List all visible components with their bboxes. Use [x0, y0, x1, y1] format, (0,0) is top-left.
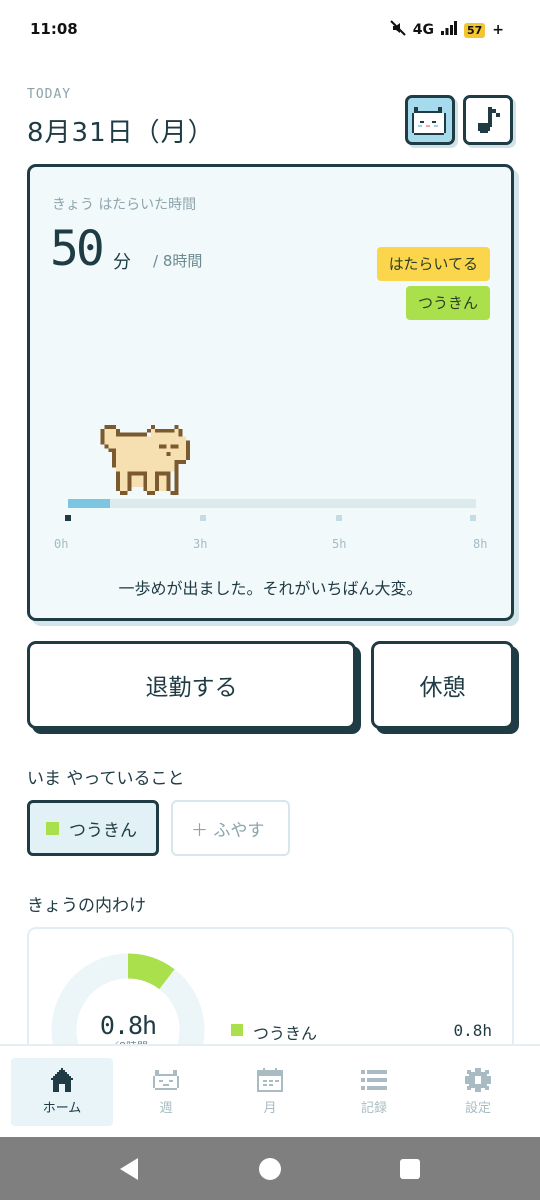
- gear-icon: [465, 1068, 491, 1092]
- nav-home-label: ホーム: [42, 1101, 82, 1116]
- worked-minutes: 50: [50, 221, 105, 277]
- charging-plus-icon: +: [492, 22, 504, 38]
- tick-label: 5h: [332, 537, 347, 551]
- nav-records[interactable]: 記録: [323, 1058, 425, 1126]
- cat-character-button[interactable]: [405, 95, 455, 145]
- nav-month-label: 月: [263, 1101, 277, 1116]
- clock-out-button[interactable]: 退勤する: [27, 641, 356, 729]
- home-circle-icon[interactable]: [259, 1158, 281, 1180]
- work-summary-card: きょう はたらいた時間 50 分 / 8時間 はたらいてる つうきん 0h 3h…: [27, 164, 514, 621]
- worked-time-label: きょう はたらいた時間: [52, 197, 197, 213]
- activity-color-square: [46, 821, 59, 835]
- status-bar: 11:08 4G 57 +: [0, 0, 540, 60]
- activity-chip-commute[interactable]: つうきん: [27, 800, 159, 856]
- breakdown-total: 0.8h: [99, 1011, 157, 1040]
- back-icon[interactable]: [120, 1158, 138, 1180]
- legend-item-value: 0.8h: [453, 1021, 492, 1040]
- tick-label: 8h: [473, 537, 488, 551]
- status-tag-working: はたらいてる: [376, 247, 490, 281]
- tick-label: 0h: [54, 537, 69, 551]
- minutes-unit: 分: [113, 252, 131, 273]
- home-icon: [51, 1068, 73, 1092]
- signal-icon: [440, 21, 457, 39]
- add-activity-button[interactable]: ＋ ふやす: [171, 800, 290, 856]
- mute-icon: [390, 20, 406, 40]
- nav-settings[interactable]: 設定: [427, 1058, 529, 1126]
- encouragement-message: 一歩めが出ました。それがいちばん大変。: [118, 579, 423, 598]
- status-tag-commute: つうきん: [405, 286, 490, 320]
- battery-badge: 57: [463, 22, 486, 38]
- break-button[interactable]: 休憩: [371, 641, 514, 729]
- music-button[interactable]: [463, 95, 513, 145]
- today-label: TODAY: [27, 87, 72, 102]
- progress-tick: [470, 515, 476, 521]
- progress-fill: [68, 499, 111, 508]
- list-icon: [361, 1070, 387, 1090]
- legend-item-name: つうきん: [253, 1024, 318, 1043]
- nav-month[interactable]: 月: [219, 1058, 321, 1126]
- bottom-navigation: ホーム 週 月 記録 設定: [0, 1044, 540, 1137]
- walking-cat-sprite: [100, 424, 191, 495]
- current-activities-title: いま やっていること: [27, 769, 185, 789]
- nav-week[interactable]: 週: [115, 1058, 217, 1126]
- legend-color-square: [231, 1024, 243, 1036]
- music-note-icon: [478, 107, 500, 133]
- nav-settings-label: 設定: [464, 1101, 491, 1116]
- calendar-icon: [257, 1068, 283, 1092]
- system-navigation-bar: [0, 1137, 540, 1200]
- progress-tick-now: [65, 515, 71, 521]
- status-time: 11:08: [30, 20, 78, 38]
- progress-tick: [336, 515, 342, 521]
- cat-face-nav-icon: [153, 1070, 179, 1090]
- activity-chip-label: つうきん: [69, 820, 137, 841]
- progress-tick: [200, 515, 206, 521]
- network-label: 4G: [412, 22, 434, 38]
- breakdown-title: きょうの内わけ: [27, 896, 146, 916]
- nav-week-label: 週: [159, 1101, 173, 1116]
- tick-label: 3h: [193, 537, 208, 551]
- goal-hours: / 8時間: [153, 252, 203, 270]
- status-icons: 4G 57 +: [390, 20, 504, 40]
- page-title: 8月31日（月）: [27, 118, 215, 148]
- nav-home[interactable]: ホーム: [11, 1058, 113, 1126]
- nav-records-label: 記録: [360, 1101, 387, 1116]
- progress-track: [68, 499, 476, 508]
- recent-apps-icon[interactable]: [400, 1159, 420, 1179]
- cat-face-icon: [412, 107, 446, 135]
